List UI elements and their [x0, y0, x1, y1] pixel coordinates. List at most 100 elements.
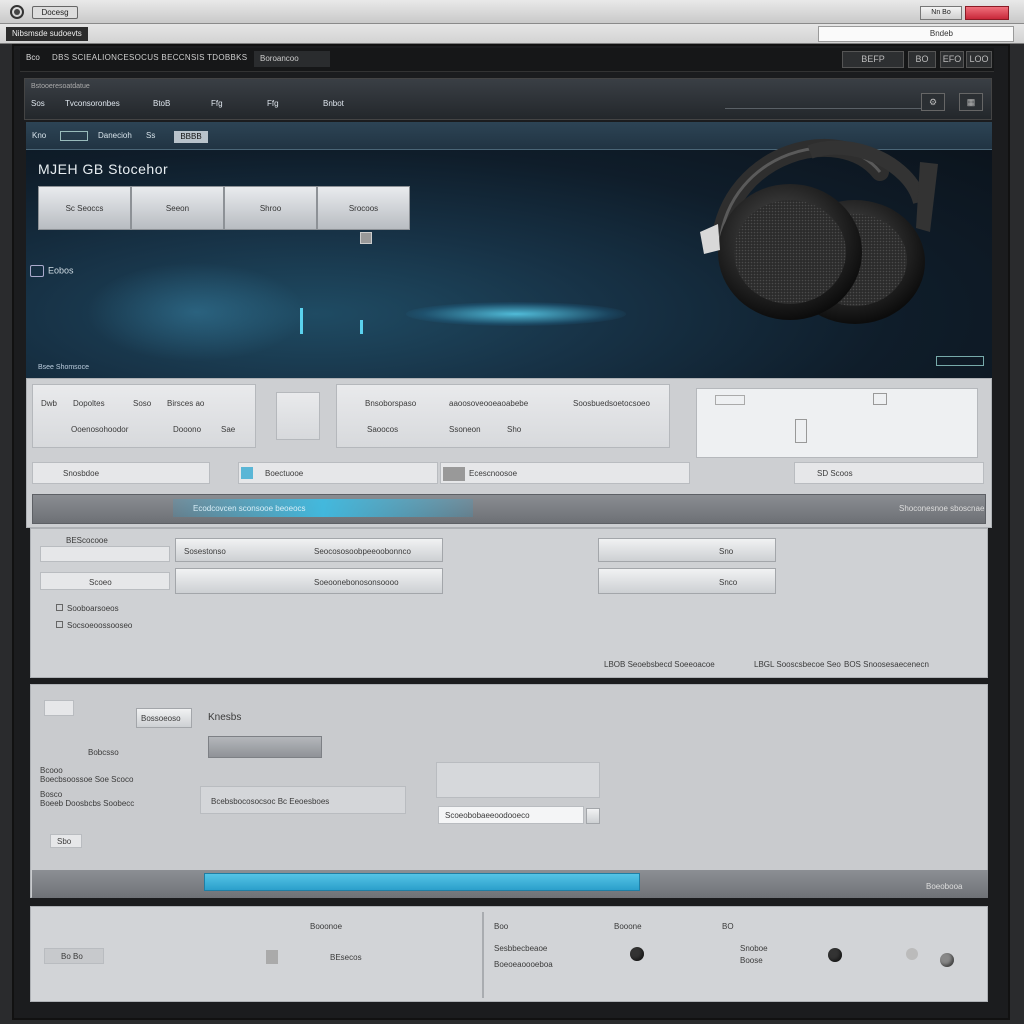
status-dot-icon [906, 948, 918, 960]
form-text-input[interactable]: Scoeobobaeeoodooeco [438, 806, 584, 824]
form-dropdown[interactable] [208, 736, 322, 758]
header-tag-button[interactable]: Boroancoo [254, 51, 330, 67]
settings-input-2[interactable]: Soeoonebonosonsoooo [175, 568, 443, 594]
checkbox-1[interactable]: Sooboarsoeos [56, 604, 119, 613]
app-header: Bco DBS SCIEALIONCESOCUS BECCNSIS TDOBBK… [20, 48, 994, 72]
form-row-label: Boeeb Doosbcbs Soobecc [40, 799, 135, 808]
card-sub: Dooono [173, 425, 202, 434]
checkbox-2[interactable]: Socsoeoossooseo [56, 621, 132, 630]
nav-item-5[interactable]: Ffg [267, 99, 279, 108]
form-field-label: Bobcsso [88, 748, 119, 757]
toggle-knob-icon[interactable] [940, 953, 954, 967]
nav-search-field[interactable] [725, 95, 937, 109]
hero-glow-left [86, 262, 306, 362]
input-label: Sosestonso [184, 547, 226, 556]
app-description: DBS SCIEALIONCESOCUS BECCNSIS TDOBBKS [52, 53, 248, 62]
footer-link-2[interactable]: LBGL Sooscsbecoe Seo [754, 660, 841, 669]
bottom-left-field[interactable]: Bo Bo [44, 948, 104, 964]
form-button-1[interactable]: Bossoeoso [136, 708, 192, 728]
section-heading: BEScocooe [66, 536, 108, 545]
row-field-3[interactable]: Ecescnoosoe [440, 462, 690, 484]
row-label: Boectuooe [265, 469, 304, 478]
settings-button-2[interactable]: Snco [598, 568, 776, 594]
main-navbar: Bstooeresoatdatue Sos Tvconsoronbes BtoB… [24, 78, 992, 120]
card-sub: Ooenosohoodor [71, 425, 129, 434]
nav-item-6[interactable]: Bnbot [323, 99, 344, 108]
card-label: aaoosoveooeaoabebe [449, 399, 529, 408]
footer-link-3[interactable]: BOS Snoosesaecenecn [844, 660, 929, 669]
card-sub: Saoocos [367, 425, 399, 434]
form-value-field[interactable]: Bcebsbocosocsoc Bc Eeoesboes [200, 786, 406, 814]
grid-icon[interactable]: ▦ [959, 93, 983, 111]
header-button-3[interactable]: EFO [940, 51, 964, 68]
minimize-button[interactable]: Nn Bo [920, 6, 962, 20]
checkbox-icon [56, 621, 63, 628]
form-row-label: Bosco [40, 790, 63, 799]
card-sub: Sae [221, 425, 236, 434]
bottom-icon[interactable] [266, 950, 278, 964]
settings-input-1[interactable]: Sosestonso Seocososoobpeeoobonnco [175, 538, 443, 562]
card-label: Soosbuedsoetocsoeo [573, 399, 650, 408]
preview-card[interactable] [696, 388, 978, 458]
footer-link-1[interactable]: LBOB Seoebsbecd Soeeoacoe [604, 660, 715, 669]
bottom-header-right-3: BO [722, 922, 734, 931]
row-label: Snosbdoe [63, 469, 100, 478]
settings-button-1[interactable]: Sno [598, 538, 776, 562]
option-card-1[interactable]: Dwb Dopoltes Soso Birsces ao Ooenosohood… [32, 384, 256, 448]
toggle-knob-icon[interactable] [828, 948, 842, 962]
app-brand: Bco [26, 53, 40, 62]
bottom-label[interactable]: BEsecos [330, 953, 362, 962]
settings-icon[interactable]: ⚙ [921, 93, 945, 111]
close-button[interactable] [965, 6, 1009, 20]
hero-tab-box[interactable] [60, 131, 88, 141]
hero-tab-1[interactable]: Kno [32, 131, 46, 140]
headset-image [700, 139, 938, 324]
hero-tab-active[interactable]: BBBB [174, 131, 208, 143]
form-thumb [44, 700, 74, 716]
window-title-tag[interactable]: Docesg [32, 6, 78, 19]
toggle-knob-icon[interactable] [630, 947, 644, 961]
hero-button-2[interactable]: Seeon [131, 186, 224, 230]
hero-status-indicator [936, 356, 984, 366]
form-save-chip[interactable]: Sbo [50, 834, 82, 848]
preview-chip [715, 395, 745, 405]
search-input[interactable]: Bndeb [818, 26, 1014, 42]
header-button-2[interactable]: BO [908, 51, 936, 68]
form-value: Bcebsbocosocsoc Bc Eeoesboes [211, 797, 330, 806]
hero-glow [406, 302, 626, 326]
breadcrumb[interactable]: Nibsmsde sudoevts [6, 27, 88, 41]
bottom-right-label: Boeoeaoooeboa [494, 960, 553, 969]
row-field-1[interactable]: Snosbdoe [32, 462, 210, 484]
checkbox-label: Sooboarsoeos [67, 604, 119, 613]
nav-item-4[interactable]: Ffg [211, 99, 223, 108]
hero-button-4[interactable]: Srocoos [317, 186, 410, 230]
row-label: SD Scoos [817, 469, 853, 478]
header-button-1[interactable]: BEFP [842, 51, 904, 68]
nav-item-1[interactable]: Sos [31, 99, 45, 108]
preview-slider[interactable] [795, 419, 807, 443]
button-label: Sno [719, 547, 734, 556]
info-icon [241, 467, 253, 479]
settings-section [30, 528, 988, 678]
row-field-2[interactable]: Boectuooe [238, 462, 438, 484]
hero-mail-row[interactable]: Eobos [30, 265, 74, 277]
header-button-4[interactable]: LOO [966, 51, 992, 68]
option-card-2[interactable]: Bnsoborspaso aaoosoveooeaoabebe Soosbued… [336, 384, 670, 448]
row-field-4[interactable]: SD Scoos [794, 462, 984, 484]
progress-label: Boeobooa [926, 882, 963, 891]
strip-right-label: Shoconesnoe sboscnae [899, 504, 985, 513]
hero-tab-2[interactable]: Danecioh [98, 131, 132, 140]
bottom-divider [482, 912, 484, 998]
hero-tab-3[interactable]: Ss [146, 131, 155, 140]
hero-button-1[interactable]: Sc Seoccs [38, 186, 131, 230]
hero-button-group: Sc Seoccs Seeon Shroo Srocoos [38, 186, 410, 230]
option-toggle[interactable] [276, 392, 320, 440]
nav-item-2[interactable]: Tvconsoronbes [65, 99, 120, 108]
nav-item-3[interactable]: BtoB [153, 99, 170, 108]
hero-status-left: Bsee Shomsoce [38, 364, 89, 371]
hero-button-3[interactable]: Shroo [224, 186, 317, 230]
form-input-action[interactable] [586, 808, 600, 824]
dropdown-icon[interactable] [360, 232, 372, 244]
card-sub: Ssoneon [449, 425, 481, 434]
checkbox-label: Socsoeoossooseo [67, 621, 133, 630]
